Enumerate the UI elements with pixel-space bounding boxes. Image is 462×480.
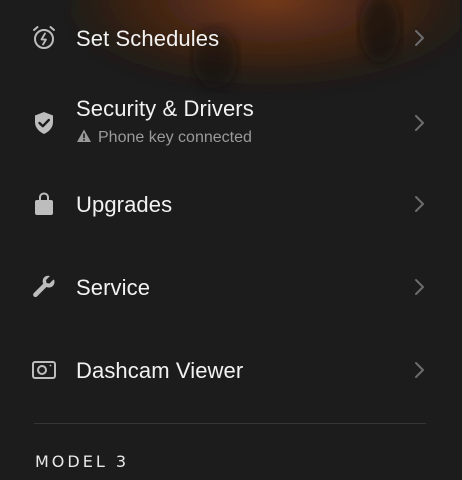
chevron-right-icon — [412, 360, 426, 380]
controls-screen: Set Schedules Security & Drivers Phone k… — [0, 0, 462, 480]
shopping-bag-icon — [30, 190, 58, 218]
menu-item-dashcam-viewer[interactable]: Dashcam Viewer — [0, 338, 462, 402]
menu-item-label: Dashcam Viewer — [76, 358, 244, 383]
menu-item-upgrades[interactable]: Upgrades — [0, 172, 462, 236]
divider — [34, 423, 426, 424]
warning-icon — [77, 129, 91, 142]
chevron-right-icon — [412, 28, 426, 48]
menu-item-label: Set Schedules — [76, 26, 220, 51]
menu-item-label: Service — [76, 275, 151, 300]
chevron-right-icon — [412, 277, 426, 297]
shield-check-icon — [30, 109, 58, 137]
menu-item-set-schedules[interactable]: Set Schedules — [0, 6, 462, 70]
menu-item-security-drivers[interactable]: Security & Drivers Phone key connected — [0, 88, 462, 158]
menu-item-label: Security & Drivers — [76, 96, 254, 121]
phone-key-status-text: Phone key connected — [98, 129, 252, 146]
alarm-bolt-icon — [30, 24, 58, 52]
model-name-logo: MODEL 3 — [35, 452, 130, 471]
menu-item-service[interactable]: Service — [0, 255, 462, 319]
chevron-right-icon — [412, 194, 426, 214]
phone-key-status: Phone key connected — [76, 128, 252, 147]
menu-item-label: Upgrades — [76, 192, 173, 217]
dashcam-icon — [30, 356, 58, 384]
chevron-right-icon — [412, 113, 426, 133]
wrench-icon — [30, 273, 58, 301]
